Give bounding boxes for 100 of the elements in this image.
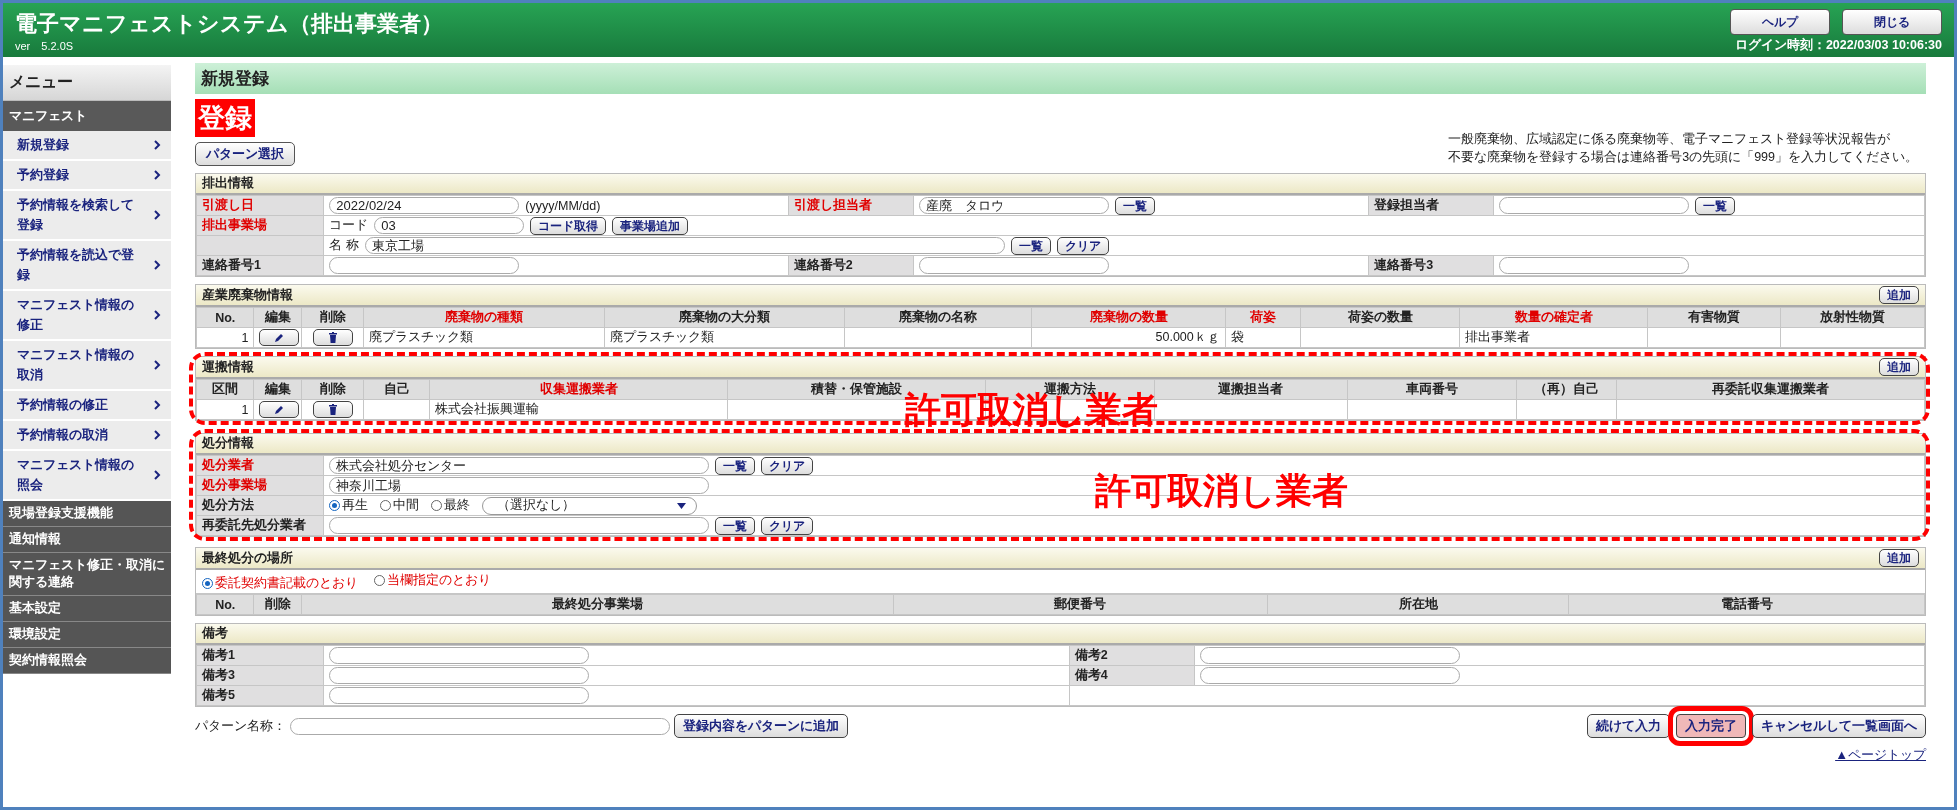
notice-text: 一般廃棄物、広域認定に係る廃棄物等、電子マニフェスト登録等状況報告が: [1448, 131, 1892, 148]
header-button[interactable]: ヘルプ: [1730, 9, 1830, 35]
small-button[interactable]: クリア: [1056, 236, 1109, 255]
menu-category[interactable]: 現場登録支援機能: [3, 501, 171, 527]
text-field[interactable]: 神奈川工場: [329, 477, 710, 494]
field-label: 備考3: [196, 665, 324, 686]
pencil-icon: [274, 404, 285, 415]
column-header: 所在地: [1267, 594, 1569, 615]
small-button[interactable]: クリア: [761, 516, 814, 535]
text-field[interactable]: [329, 517, 710, 534]
menu-category[interactable]: 通知情報: [3, 527, 171, 553]
small-button[interactable]: 一覧: [1010, 236, 1051, 255]
text-field[interactable]: [329, 687, 590, 704]
trash-icon: [327, 332, 338, 343]
small-button[interactable]: 一覧: [715, 516, 756, 535]
column-header: 再委託収集運搬業者: [1616, 379, 1925, 400]
text-field[interactable]: [329, 667, 590, 684]
header-button[interactable]: 閉じる: [1842, 9, 1942, 35]
radio-option[interactable]: 委託契約書記載のとおり: [202, 574, 358, 592]
small-button[interactable]: 追加: [1879, 549, 1919, 567]
menu-item[interactable]: 新規登録: [3, 131, 171, 161]
sidebar-title: メニュー: [3, 65, 171, 101]
column-header: 有害物質: [1647, 307, 1781, 328]
small-button[interactable]: 追加: [1879, 286, 1919, 304]
text-field[interactable]: [918, 257, 1109, 274]
column-header: 運搬担当者: [1154, 379, 1348, 400]
menu-item[interactable]: 予約情報を読込で登録: [3, 241, 171, 291]
small-button[interactable]: 一覧: [715, 456, 756, 475]
menu-item[interactable]: 予約登録: [3, 161, 171, 191]
section-title: 産業廃棄物情報: [202, 286, 293, 304]
text-field[interactable]: 東京工場: [364, 237, 1005, 254]
table-cell: 廃プラスチック類: [363, 327, 605, 348]
pattern-button[interactable]: パターン選択: [195, 142, 295, 166]
text-field[interactable]: [290, 717, 670, 735]
field-label: 引渡し日: [196, 195, 324, 216]
table-cell: 袋: [1225, 327, 1301, 348]
field-label: 処分業者: [196, 455, 324, 476]
section-title: 排出情報: [202, 175, 254, 192]
text-field[interactable]: [329, 257, 520, 274]
column-header: 廃棄物の種類: [363, 307, 605, 328]
column-header: 放射性物質: [1780, 307, 1925, 328]
menu-item[interactable]: 予約情報の修正: [3, 391, 171, 421]
small-button[interactable]: 追加: [1879, 358, 1919, 376]
menu-category[interactable]: 契約情報照会: [3, 648, 171, 674]
chevron-icon: [154, 360, 161, 370]
radio-option[interactable]: 中間: [380, 497, 420, 514]
page-top-link[interactable]: ▲ページトップ: [1835, 747, 1926, 762]
text-field[interactable]: 株式会社処分センター: [329, 457, 710, 474]
edit-button[interactable]: [259, 329, 300, 346]
delete-button[interactable]: [312, 329, 353, 346]
menu-item[interactable]: マニフェスト情報の照会: [3, 451, 171, 501]
table-cell: 株式会社振興運輸: [429, 399, 728, 420]
table-cell: 廃プラスチック類: [604, 327, 845, 348]
date-format-hint: (yyyy/MM/dd): [525, 198, 601, 213]
text-field[interactable]: 2022/02/24: [329, 197, 520, 214]
column-header: （再）自己: [1516, 379, 1617, 400]
radio-option[interactable]: 最終: [431, 497, 471, 514]
column-header: 編集: [253, 307, 302, 328]
radio-option[interactable]: 当欄指定のとおり: [374, 571, 491, 589]
delete-button[interactable]: [312, 401, 353, 418]
menu-item[interactable]: 予約情報を検索して登録: [3, 191, 171, 241]
section-title: 処分情報: [202, 435, 254, 452]
action-button[interactable]: 続けて入力: [1587, 714, 1670, 738]
add-pattern-button[interactable]: 登録内容をパターンに追加: [674, 714, 848, 738]
menu-item[interactable]: マニフェスト情報の取消: [3, 341, 171, 391]
text-field[interactable]: 産廃 タロウ: [918, 197, 1109, 214]
small-button[interactable]: 事業場追加: [612, 216, 689, 235]
menu-category[interactable]: 環境設定: [3, 622, 171, 648]
text-field[interactable]: [329, 647, 590, 664]
menu-category[interactable]: 基本設定: [3, 596, 171, 622]
chevron-icon: [154, 210, 161, 220]
text-field[interactable]: [1199, 667, 1460, 684]
text-field[interactable]: [1199, 647, 1460, 664]
small-button[interactable]: 一覧: [1695, 196, 1736, 215]
column-header: 荷姿の数量: [1300, 307, 1460, 328]
edit-button[interactable]: [259, 401, 300, 418]
chevron-icon: [154, 430, 161, 440]
small-button[interactable]: クリア: [761, 456, 814, 475]
notice-text: 不要な廃棄物を登録する場合は連絡番号3の先頭に「999」を入力してください。: [1448, 149, 1918, 166]
login-time: ログイン時刻：2022/03/03 10:06:30: [1734, 37, 1942, 54]
name-label: 名 称: [329, 237, 359, 254]
section-title: 運搬情報: [202, 358, 254, 376]
small-button[interactable]: コード取得: [530, 216, 607, 235]
text-field[interactable]: 03: [374, 217, 525, 234]
radio-option[interactable]: 再生: [329, 497, 369, 514]
mode-badge: 登録: [195, 99, 255, 137]
menu-item[interactable]: マニフェスト情報の修正: [3, 291, 171, 341]
column-header: 廃棄物の大分類: [604, 307, 845, 328]
column-header: No.: [196, 594, 254, 615]
action-button[interactable]: キャンセルして一覧画面へ: [1752, 714, 1926, 738]
small-button[interactable]: 一覧: [1114, 196, 1155, 215]
caret-icon: [677, 502, 687, 509]
text-field[interactable]: [1499, 257, 1690, 274]
table-cell: 排出事業者: [1460, 327, 1648, 348]
menu-category[interactable]: マニフェスト修正・取消に関する連絡: [3, 553, 171, 596]
menu-item[interactable]: 予約情報の取消: [3, 421, 171, 451]
section-title: 最終処分の場所: [202, 549, 293, 567]
column-header: 編集: [253, 379, 302, 400]
field-label: 備考1: [196, 645, 324, 666]
text-field[interactable]: [1499, 197, 1690, 214]
